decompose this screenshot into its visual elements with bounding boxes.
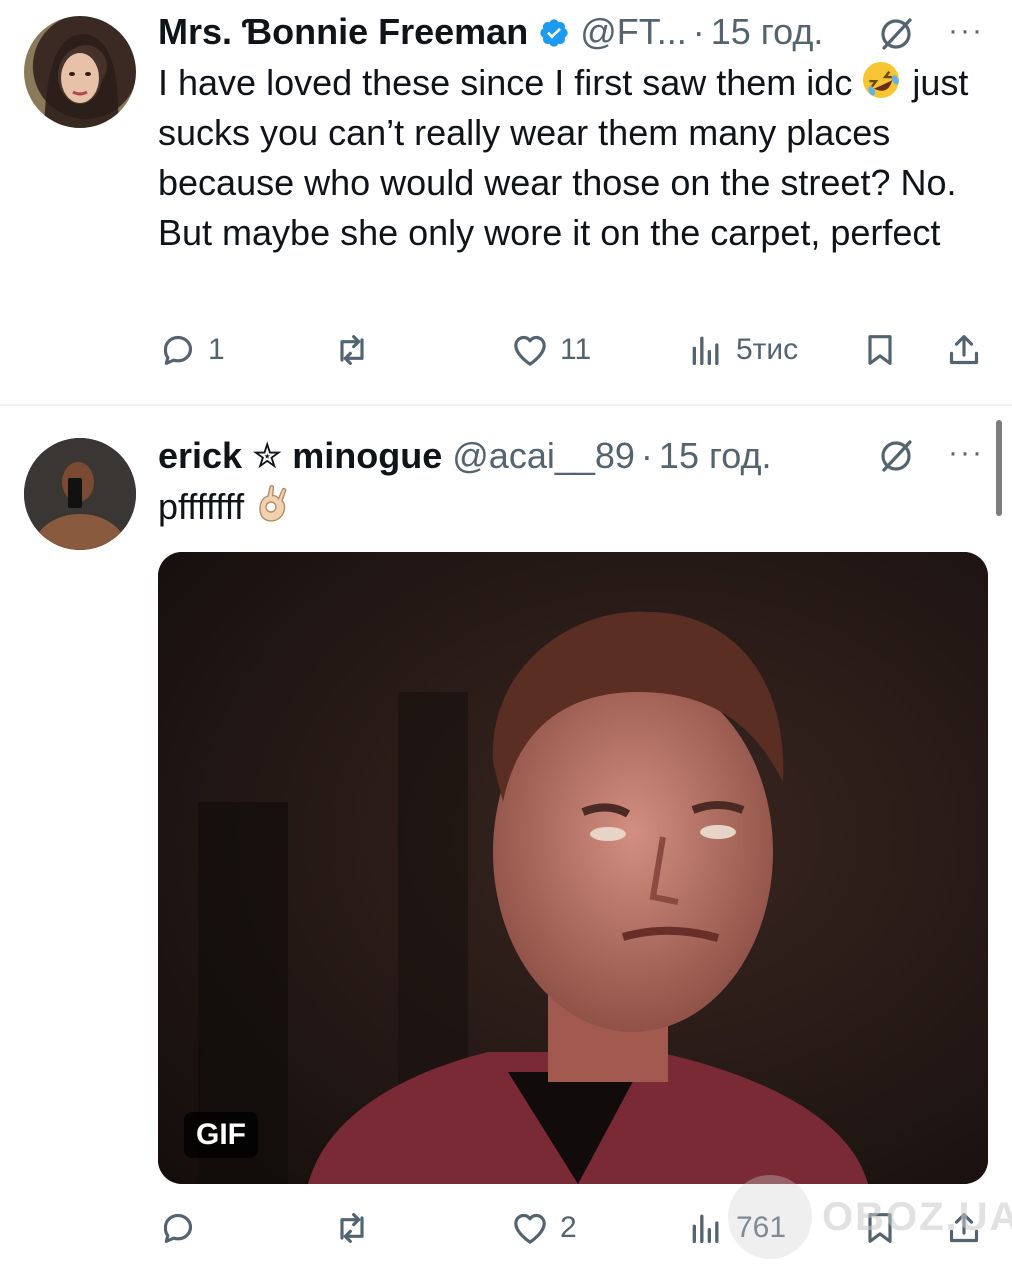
more-options-icon[interactable]: ···	[944, 438, 988, 470]
gif-badge[interactable]: GIF	[184, 1112, 258, 1158]
share-button[interactable]	[944, 326, 984, 374]
reply-icon	[163, 1213, 193, 1243]
retweet-button[interactable]	[332, 326, 372, 374]
bookmark-icon	[868, 335, 892, 365]
tweet-header: Mrs. Ɓonnie Freeman @FT... · 15 год.	[158, 11, 824, 53]
avatar[interactable]	[24, 438, 136, 550]
heart-icon	[514, 335, 546, 366]
grok-icon[interactable]	[876, 14, 916, 54]
timestamp[interactable]: 15 год.	[711, 11, 824, 53]
views-chart-icon	[692, 1214, 719, 1243]
grok-icon[interactable]	[876, 436, 916, 476]
more-options-icon[interactable]: ···	[944, 16, 988, 48]
reply-icon	[163, 335, 193, 365]
like-button[interactable]: 11	[510, 326, 591, 374]
tweet-text: pfffffff	[158, 482, 978, 532]
author-handle[interactable]: @FT...	[580, 11, 687, 53]
reply-count: 1	[208, 333, 225, 366]
reply-button[interactable]: 1	[158, 326, 225, 374]
retweet-icon	[340, 1213, 364, 1243]
gif-media[interactable]: GIF	[158, 552, 988, 1184]
like-button[interactable]: 2	[510, 1204, 577, 1252]
gif-image	[158, 552, 988, 1184]
retweet-icon	[340, 335, 364, 365]
tweet[interactable]: Mrs. Ɓonnie Freeman @FT... · 15 год. ···…	[0, 0, 1012, 404]
like-count: 2	[560, 1211, 577, 1244]
views-count: 5тис	[736, 333, 799, 366]
tweet-header: erick ✮ minogue @acai__89 · 15 год.	[158, 435, 772, 477]
retweet-button[interactable]	[332, 1204, 372, 1252]
author-name[interactable]: erick ✮ minogue	[158, 435, 442, 477]
scrollbar[interactable]	[996, 420, 1002, 516]
rolling-laughing-emoji-icon	[860, 59, 902, 101]
author-handle[interactable]: @acai__89	[452, 435, 635, 477]
share-icon	[949, 335, 979, 365]
reply-button[interactable]	[158, 1204, 208, 1252]
tweet-text: I have loved these since I first saw the…	[158, 58, 978, 258]
tweet[interactable]: erick ✮ minogue @acai__89 · 15 год. ··· …	[0, 406, 1012, 1280]
like-count: 11	[560, 333, 592, 366]
separator-dot: ·	[640, 435, 653, 476]
watermark-logo-icon	[728, 1175, 812, 1259]
heart-icon	[514, 1213, 546, 1244]
timestamp[interactable]: 15 год.	[659, 435, 772, 477]
views-button[interactable]: 5тис	[686, 326, 798, 374]
tweet-text-main: pfffffff	[158, 486, 245, 527]
watermark: OBOZ.UA	[728, 1172, 1012, 1262]
verified-badge-icon	[538, 16, 570, 48]
author-name[interactable]: Mrs. Ɓonnie Freeman	[158, 11, 528, 53]
bookmark-button[interactable]	[860, 326, 900, 374]
avatar[interactable]	[24, 16, 136, 128]
tweet-text-main: I have loved these since I first saw the…	[158, 62, 853, 103]
ok-hand-emoji-icon	[252, 483, 294, 525]
separator-dot: ·	[692, 11, 705, 52]
watermark-text: OBOZ.UA	[822, 1194, 1012, 1239]
views-chart-icon	[692, 336, 719, 365]
tweet-actions: 1 11 5тис	[158, 326, 992, 374]
